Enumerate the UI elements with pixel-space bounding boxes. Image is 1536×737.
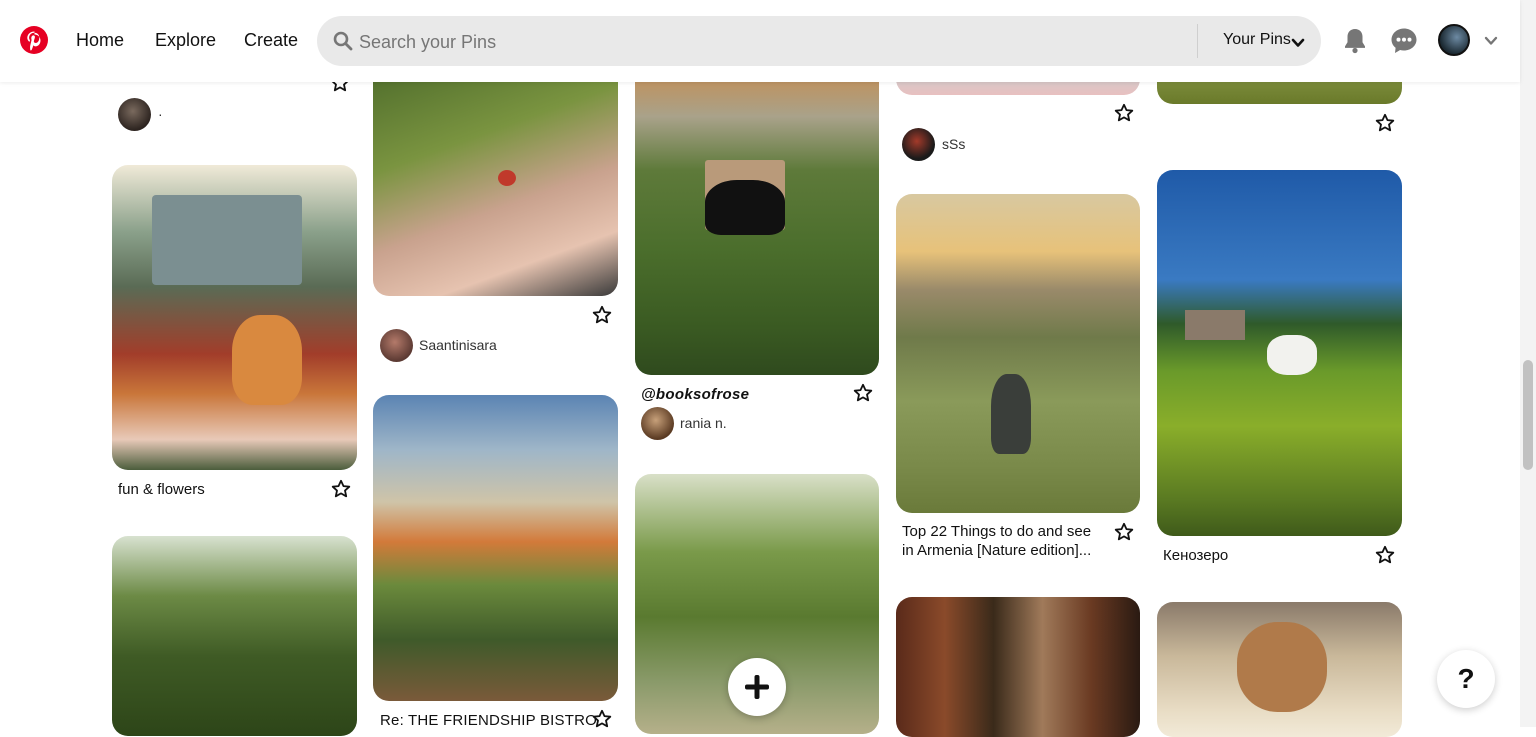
star-icon[interactable] <box>592 709 612 729</box>
star-icon[interactable] <box>1114 522 1134 542</box>
star-icon[interactable] <box>1375 113 1395 133</box>
star-icon[interactable] <box>853 383 873 403</box>
pin-title[interactable]: Top 22 Things to do and see in Armenia [… <box>902 522 1102 560</box>
avatar[interactable] <box>902 128 935 161</box>
cat-figure <box>232 315 302 405</box>
pin-username[interactable]: · <box>158 106 163 122</box>
pin-username[interactable]: sSs <box>942 136 965 152</box>
star-icon[interactable] <box>1375 545 1395 565</box>
star-icon[interactable] <box>331 479 351 499</box>
chevron-down-icon[interactable] <box>1291 36 1305 50</box>
pin-username[interactable]: Saantinisara <box>419 337 497 353</box>
pinterest-logo-icon[interactable] <box>20 26 48 54</box>
pin-title[interactable]: Кенозеро <box>1163 546 1228 565</box>
kitten-figure <box>1237 622 1327 712</box>
pin-image[interactable] <box>1157 602 1402 737</box>
chevron-down-icon[interactable] <box>1484 34 1498 48</box>
pin-image[interactable] <box>896 597 1140 737</box>
ladybug-figure <box>498 170 516 186</box>
pin-image[interactable] <box>896 194 1140 513</box>
pin-title[interactable]: @booksofrose <box>641 385 749 404</box>
avatar[interactable] <box>118 98 151 131</box>
help-icon: ? <box>1457 663 1475 694</box>
pin-image[interactable] <box>373 60 618 296</box>
cottage-figure <box>152 195 302 285</box>
person-figure <box>991 374 1031 454</box>
message-icon[interactable] <box>1390 27 1418 54</box>
pin-image[interactable] <box>112 165 357 470</box>
star-icon[interactable] <box>1114 103 1134 123</box>
pin-title[interactable]: fun & flowers <box>118 480 205 499</box>
church-figure <box>1185 310 1245 340</box>
cat-figure <box>705 180 785 235</box>
pin-image[interactable] <box>635 60 879 375</box>
avatar[interactable] <box>1438 24 1470 56</box>
search-icon <box>333 31 353 51</box>
pin-image[interactable] <box>112 536 357 736</box>
nav-explore[interactable]: Explore <box>155 30 216 51</box>
pin-title[interactable]: Re: THE FRIENDSHIP BISTRO <box>380 711 597 730</box>
avatar[interactable] <box>380 329 413 362</box>
pin-image[interactable] <box>373 395 618 701</box>
cat-figure <box>1267 335 1317 375</box>
pin-username[interactable]: rania n. <box>680 415 727 431</box>
search-input[interactable] <box>359 30 1159 54</box>
nav-home[interactable]: Home <box>76 30 124 51</box>
star-icon[interactable] <box>592 305 612 325</box>
bell-icon[interactable] <box>1342 27 1368 54</box>
top-bar: Home Explore Create Your Pins <box>0 0 1520 82</box>
your-pins-filter[interactable]: Your Pins <box>1223 31 1291 49</box>
nav-create[interactable]: Create <box>244 30 298 51</box>
add-pin-button[interactable] <box>728 658 786 716</box>
search-divider <box>1197 24 1198 58</box>
avatar[interactable] <box>641 407 674 440</box>
plus-icon <box>745 675 769 699</box>
help-button[interactable]: ? <box>1437 650 1495 708</box>
scrollbar-thumb[interactable] <box>1523 360 1533 470</box>
pin-image[interactable] <box>1157 170 1402 536</box>
